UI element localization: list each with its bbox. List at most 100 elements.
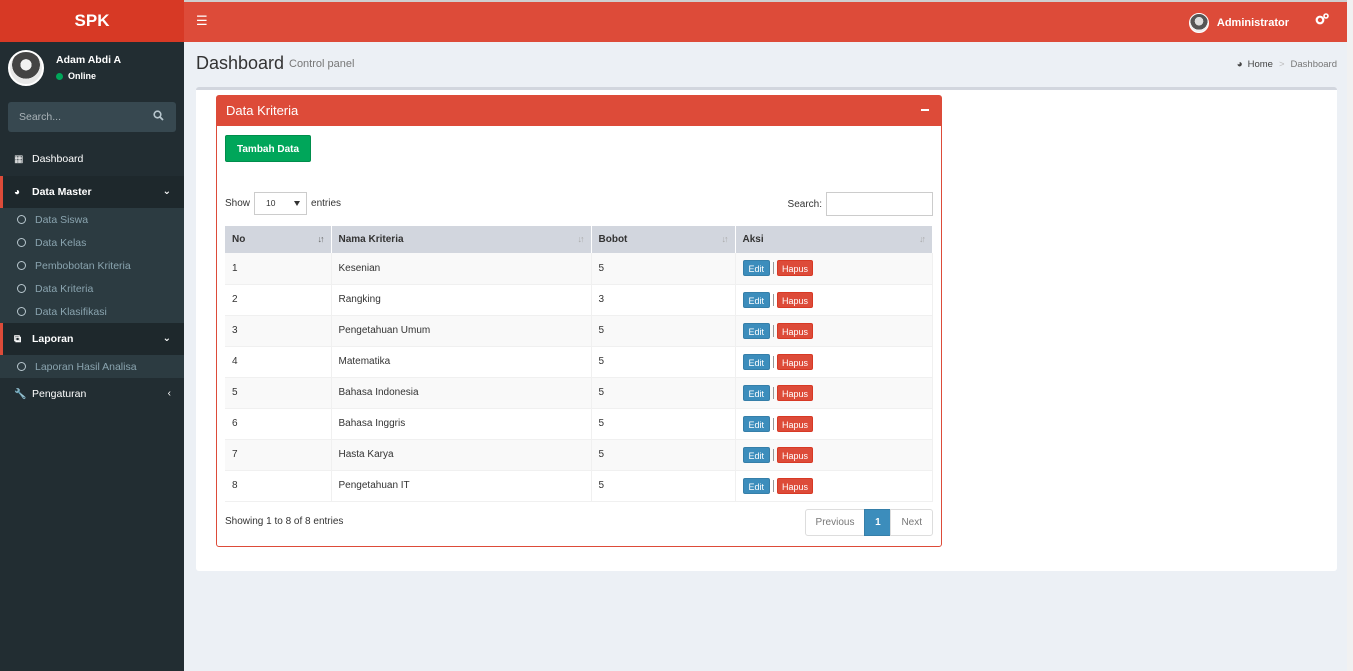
breadcrumb-home[interactable]: Home bbox=[1248, 59, 1273, 70]
column-header-no[interactable]: No ↓↑ bbox=[225, 226, 332, 253]
caret-down-icon bbox=[294, 201, 301, 206]
delete-button[interactable]: Hapus bbox=[777, 384, 814, 401]
status-badge: Online bbox=[56, 71, 96, 81]
search-input[interactable] bbox=[8, 102, 148, 132]
cell-bobot: 5 bbox=[591, 470, 736, 501]
sidebar-item-laporan[interactable]: ⧉ Laporan ⌄ bbox=[0, 323, 184, 355]
edit-button[interactable]: Edit bbox=[742, 446, 771, 463]
show-label: Show bbox=[225, 198, 251, 209]
edit-button[interactable]: Edit bbox=[742, 415, 771, 432]
sidebar-item-label: Laporan bbox=[32, 333, 74, 345]
next-page-button[interactable]: Next bbox=[890, 509, 933, 536]
sidebar-item-data-kelas[interactable]: Data Kelas bbox=[0, 231, 184, 254]
delete-button[interactable]: Hapus bbox=[777, 260, 814, 277]
column-label: Nama Kriteria bbox=[338, 234, 404, 245]
action-divider bbox=[773, 386, 775, 399]
circle-icon bbox=[17, 261, 26, 270]
add-data-button[interactable]: Tambah Data bbox=[225, 135, 312, 162]
sidebar-item-label: Data Kriteria bbox=[35, 282, 94, 295]
table-row: 7 Hasta Karya 5 Edit Hapus bbox=[225, 439, 933, 470]
edit-button[interactable]: Edit bbox=[742, 291, 771, 308]
chevron-down-icon: ⌄ bbox=[162, 333, 171, 344]
sidebar-user-name: Adam Abdi A bbox=[56, 54, 122, 66]
sidebar-item-data-klasifikasi[interactable]: Data Klasifikasi bbox=[0, 300, 184, 323]
cell-nama: Kesenian bbox=[331, 253, 592, 284]
delete-button[interactable]: Hapus bbox=[777, 291, 814, 308]
edit-button[interactable]: Edit bbox=[742, 384, 771, 401]
breadcrumb-current: Dashboard bbox=[1290, 59, 1337, 70]
table-row: 4 Matematika 5 Edit Hapus bbox=[225, 346, 933, 377]
edit-button[interactable]: Edit bbox=[742, 322, 771, 339]
column-header-aksi[interactable]: Aksi ↓↑ bbox=[735, 226, 933, 253]
cell-bobot: 5 bbox=[591, 377, 736, 408]
cell-aksi: Edit Hapus bbox=[735, 315, 933, 346]
sidebar-item-label: Laporan Hasil Analisa bbox=[35, 360, 137, 373]
table-body: 1 Kesenian 5 Edit Hapus 2 Rangking 3 Edit Hapus … bbox=[225, 253, 933, 501]
entries-label: entries bbox=[311, 198, 342, 209]
cell-nama: Rangking bbox=[331, 284, 592, 315]
sort-icon: ↓↑ bbox=[721, 234, 729, 244]
delete-button[interactable]: Hapus bbox=[777, 477, 814, 494]
column-header-nama-kriteria[interactable]: Nama Kriteria ↓↑ bbox=[331, 226, 592, 253]
sidebar-item-laporan-hasil-analisa[interactable]: Laporan Hasil Analisa bbox=[0, 355, 184, 378]
gears-icon[interactable] bbox=[1315, 13, 1329, 29]
table-row: 3 Pengetahuan Umum 5 Edit Hapus bbox=[225, 315, 933, 346]
hamburger-icon[interactable]: ☰ bbox=[196, 13, 210, 29]
cell-bobot: 5 bbox=[591, 346, 736, 377]
circle-icon bbox=[17, 362, 26, 371]
table-header-row: No ↓↑ Nama Kriteria ↓↑ Bobot ↓↑ Aksi ↓↑ bbox=[225, 226, 933, 253]
cell-no: 5 bbox=[225, 377, 332, 408]
page-title: Dashboard bbox=[196, 53, 285, 73]
delete-button[interactable]: Hapus bbox=[777, 353, 814, 370]
sidebar-item-pembobotan-kriteria[interactable]: Pembobotan Kriteria bbox=[0, 254, 184, 277]
pagination: Previous 1 Next bbox=[804, 509, 933, 536]
data-kriteria-box: Data Kriteria Tambah Data Show 10 entrie… bbox=[216, 95, 942, 547]
sidebar-item-label: Dashboard bbox=[32, 153, 84, 165]
action-divider bbox=[773, 448, 775, 461]
delete-button[interactable]: Hapus bbox=[777, 322, 814, 339]
chevron-left-icon: ‹ bbox=[167, 388, 171, 399]
action-divider bbox=[773, 262, 775, 275]
cell-bobot: 3 bbox=[591, 284, 736, 315]
search-icon[interactable] bbox=[153, 110, 164, 121]
table-info: Showing 1 to 8 of 8 entries bbox=[225, 516, 344, 527]
sidebar-item-data-kriteria[interactable]: Data Kriteria bbox=[0, 277, 184, 300]
action-divider bbox=[773, 293, 775, 306]
page-1-button[interactable]: 1 bbox=[864, 509, 892, 536]
cell-bobot: 5 bbox=[591, 315, 736, 346]
cell-aksi: Edit Hapus bbox=[735, 439, 933, 470]
status-text: Online bbox=[68, 71, 97, 81]
sidebar-item-data-master[interactable]: ◕ Data Master ⌄ bbox=[0, 176, 184, 208]
page-length-control: Show 10 entries bbox=[225, 192, 341, 215]
sidebar-item-data-siswa[interactable]: Data Siswa bbox=[0, 208, 184, 231]
user-menu[interactable]: Administrator bbox=[1188, 12, 1289, 34]
previous-page-button[interactable]: Previous bbox=[804, 509, 866, 536]
sidebar-menu: ▦ Dashboard ◕ Data Master ⌄ Data Siswa D… bbox=[0, 143, 184, 410]
grid-icon: ▦ bbox=[14, 153, 24, 165]
laporan-submenu: Laporan Hasil Analisa bbox=[0, 355, 184, 378]
sort-icon: ↓↑ bbox=[919, 234, 926, 244]
breadcrumb: ◕ Home > Dashboard bbox=[1237, 59, 1337, 70]
sidebar-item-dashboard[interactable]: ▦ Dashboard bbox=[0, 143, 184, 175]
sidebar: Adam Abdi A Online ▦ Dashboard ◕ Data Ma… bbox=[0, 42, 184, 671]
edit-button[interactable]: Edit bbox=[742, 260, 771, 277]
edit-button[interactable]: Edit bbox=[742, 477, 771, 494]
delete-button[interactable]: Hapus bbox=[777, 446, 814, 463]
sort-icon: ↓↑ bbox=[577, 234, 585, 244]
cell-nama: Hasta Karya bbox=[331, 439, 592, 470]
app-logo[interactable]: SPK bbox=[0, 0, 184, 42]
table-search-input[interactable] bbox=[826, 192, 933, 216]
cell-no: 6 bbox=[225, 408, 332, 439]
cell-bobot: 5 bbox=[591, 253, 736, 284]
sidebar-item-label: Data Klasifikasi bbox=[35, 305, 107, 318]
scrollbar[interactable] bbox=[1347, 0, 1353, 671]
edit-button[interactable]: Edit bbox=[742, 353, 771, 370]
delete-button[interactable]: Hapus bbox=[777, 415, 814, 432]
collapse-minus-icon[interactable] bbox=[921, 109, 929, 111]
page-length-select[interactable]: 10 bbox=[254, 192, 308, 215]
sidebar-search bbox=[8, 102, 176, 132]
table-row: 5 Bahasa Indonesia 5 Edit Hapus bbox=[225, 377, 933, 408]
box-title: Data Kriteria bbox=[226, 103, 299, 118]
sidebar-item-pengaturan[interactable]: 🔧 Pengaturan ‹ bbox=[0, 378, 184, 410]
column-header-bobot[interactable]: Bobot ↓↑ bbox=[591, 226, 736, 253]
